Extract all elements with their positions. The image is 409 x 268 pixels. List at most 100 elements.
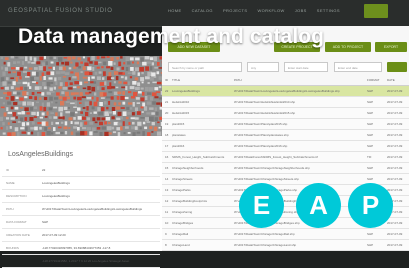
column-header-format[interactable]: FORMAT xyxy=(367,78,379,82)
map-building xyxy=(20,67,24,70)
map-building xyxy=(109,72,112,77)
cell-format: SHP xyxy=(367,111,379,115)
table-row[interactable]: 20Helsinki2015W:\2017\Data\Town\Helsinki… xyxy=(162,108,409,119)
map-building xyxy=(20,118,23,122)
menu-item-workflow[interactable]: WORKFLOW xyxy=(257,8,284,13)
date-from-input[interactable]: Enter start date xyxy=(284,62,328,72)
map-building xyxy=(100,82,105,86)
table-row[interactable]: 21Helsinki2010W:\2017\Data\Town\Helsinki… xyxy=(162,97,409,108)
map-building xyxy=(47,131,51,135)
map-building xyxy=(1,77,5,82)
badge-p: P xyxy=(348,183,393,228)
map-building xyxy=(138,91,142,93)
column-header-date[interactable]: DATE xyxy=(387,78,407,82)
map-building xyxy=(58,86,61,88)
map-building xyxy=(70,82,73,85)
map-building xyxy=(7,62,10,66)
table-row[interactable]: 15ChicagoNeighborhoodsW:\2017\Data\Town\… xyxy=(162,163,409,174)
map-building xyxy=(39,57,43,61)
map-building xyxy=(111,96,114,99)
map-building xyxy=(118,122,122,125)
map-building xyxy=(111,116,114,119)
map-building xyxy=(131,126,135,129)
map-building xyxy=(99,71,102,73)
menu-item-catalog[interactable]: CATALOG xyxy=(192,8,213,13)
search-button[interactable] xyxy=(387,62,407,72)
map-building xyxy=(67,97,70,99)
table-row[interactable]: 17plan2016W:\2017\Data\Town\Plans\plan20… xyxy=(162,141,409,152)
map-building xyxy=(26,122,29,125)
map-building xyxy=(6,126,8,130)
map-building xyxy=(145,56,150,59)
map-building xyxy=(55,102,57,104)
map-building xyxy=(157,132,162,136)
column-header-title[interactable]: TITLE xyxy=(172,78,232,82)
table-row[interactable]: 16SDMS_Forest_Height_SubCatchmentsW:\201… xyxy=(162,152,409,163)
map-building xyxy=(50,71,54,75)
cell-title: Helsinki2010 xyxy=(172,100,232,104)
map-building xyxy=(97,86,99,90)
map-building xyxy=(156,91,160,93)
map-building xyxy=(11,86,14,89)
table-row[interactable]: 9ChicagoRailW:\2017\Data\Town\Chicago\Ch… xyxy=(162,229,409,240)
map-building xyxy=(118,102,121,105)
map-building xyxy=(97,67,100,69)
table-row[interactable]: 8ChicagoLandW:\2017\Data\Town\Chicago\Ch… xyxy=(162,240,409,251)
map-building xyxy=(56,92,60,95)
map-building xyxy=(15,57,18,59)
menu-item-projects[interactable]: PROJECTS xyxy=(223,8,248,13)
add-to-project-button[interactable]: ADD TO PROJECT xyxy=(325,42,371,52)
type-select[interactable]: Any xyxy=(247,62,279,72)
map-preview[interactable] xyxy=(0,56,162,136)
map-building xyxy=(157,71,160,74)
map-building xyxy=(8,112,12,114)
badge-e: E xyxy=(239,183,284,228)
menu-item-settings[interactable]: SETTINGS xyxy=(317,8,340,13)
map-building xyxy=(18,112,22,114)
map-building xyxy=(53,67,55,70)
map-building xyxy=(145,66,149,70)
menu-item-home[interactable]: HOME xyxy=(168,8,182,13)
map-building xyxy=(152,62,154,65)
map-building xyxy=(12,71,16,73)
user-menu-button[interactable] xyxy=(364,4,388,18)
map-building xyxy=(122,91,125,95)
map-building xyxy=(125,97,129,99)
map-building xyxy=(143,122,145,125)
map-building xyxy=(94,92,96,95)
map-building xyxy=(25,56,28,61)
map-building xyxy=(152,122,155,125)
map-building xyxy=(17,72,21,76)
table-row[interactable]: 18planstatesW:\2017\Data\Town\Plans\plan… xyxy=(162,130,409,141)
map-building xyxy=(145,76,150,79)
map-building xyxy=(28,61,31,63)
cell-id: 11 xyxy=(165,210,169,214)
cell-title: Helsinki2015 xyxy=(172,111,232,115)
table-row[interactable]: 22LosAngelesBuildingsW:\2017\Data\Town\L… xyxy=(162,86,409,97)
map-building xyxy=(27,72,30,76)
menu-item-jobs[interactable]: JOBS xyxy=(295,8,307,13)
map-building xyxy=(101,117,105,120)
map-building xyxy=(50,87,53,90)
map-building xyxy=(141,72,143,74)
map-building xyxy=(116,76,119,80)
map-building xyxy=(117,67,120,70)
date-to-input[interactable]: Enter end date xyxy=(334,62,382,72)
map-building xyxy=(159,127,161,129)
map-building xyxy=(75,101,77,105)
map-building xyxy=(137,122,141,126)
search-input[interactable]: Search by name or path xyxy=(168,62,242,72)
map-building xyxy=(61,62,64,65)
map-building xyxy=(152,82,157,84)
export-button[interactable]: EXPORT xyxy=(375,42,407,52)
map-building xyxy=(13,102,17,105)
cell-title: plan2016 xyxy=(172,144,232,148)
map-building xyxy=(121,67,124,70)
column-header-id[interactable]: ID xyxy=(165,78,169,82)
cell-path: W:\2017\Data\Town\Chicago\ChicagoNeighbo… xyxy=(234,166,359,170)
map-building xyxy=(22,132,27,134)
table-row[interactable]: 19plan2015W:\2017\Data\Town\Plans\plan20… xyxy=(162,119,409,130)
map-building xyxy=(137,132,141,134)
column-header-path[interactable]: PATH xyxy=(234,78,359,82)
map-building xyxy=(39,66,43,70)
